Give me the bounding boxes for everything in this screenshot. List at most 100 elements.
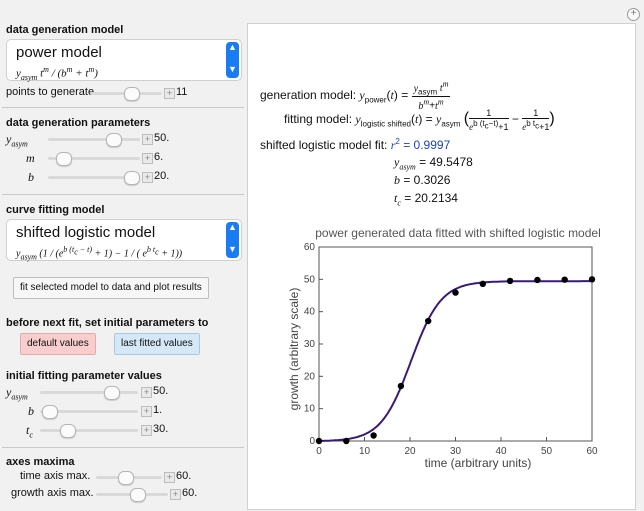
gen-yasym-knob[interactable]: [106, 133, 122, 147]
init-tc-plus-icon[interactable]: +: [141, 425, 152, 436]
y-tick-label: 0: [309, 436, 315, 447]
fit-result-line: shifted logistic model fit: r2 = 0.9997: [260, 137, 450, 153]
x-tick-label: 0: [316, 446, 322, 457]
init-params-title: initial fitting parameter values: [6, 370, 162, 382]
data-point: [561, 276, 568, 283]
plot-frame: [318, 246, 593, 442]
time-axis-row: time axis max. + 60.: [0, 470, 246, 485]
init-yasym-value: 50.: [153, 385, 169, 397]
gen-model-selected: power model: [16, 44, 102, 61]
b-fit: b = 0.3026: [394, 173, 451, 187]
fitting-model-eq: fitting model: ylogistic shifted(t) = ya…: [284, 108, 555, 132]
init-b-row: b + 1.: [0, 404, 246, 419]
fit-result-label: shifted logistic model fit:: [260, 138, 388, 152]
before-fit-title: before next fit, set initial parameters …: [6, 317, 209, 329]
growth-axis-value: 60.: [182, 487, 198, 499]
time-axis-plus-icon[interactable]: +: [164, 472, 175, 483]
y-tick-label: 60: [304, 242, 316, 253]
gen-b-value: 20.: [154, 170, 170, 182]
gen-m-plus-icon[interactable]: +: [142, 153, 153, 164]
gen-m-value: 6.: [154, 151, 164, 163]
fit-chart: power generated data fitted with shifted…: [287, 226, 601, 470]
chevron-updown-icon[interactable]: ▲ ▼: [226, 222, 239, 258]
divider: [2, 107, 244, 108]
x-tick-label: 60: [586, 446, 598, 457]
gen-params-title: data generation parameters: [6, 117, 151, 129]
add-icon[interactable]: +: [627, 8, 640, 21]
x-tick-label: 10: [359, 446, 371, 457]
axes-title: axes maxima: [6, 456, 75, 468]
data-point: [315, 437, 323, 445]
fit-button[interactable]: fit selected model to data and plot resu…: [13, 277, 209, 299]
gen-b-row: b + 20.: [0, 170, 246, 185]
fit-model-popup[interactable]: shifted logistic model yasym (1 / (eb (t…: [6, 219, 242, 261]
init-yasym-label: yasym: [6, 385, 28, 402]
points-plus-icon[interactable]: +: [164, 88, 175, 99]
time-axis-knob[interactable]: [118, 471, 134, 485]
gen-b-plus-icon[interactable]: +: [142, 172, 153, 183]
data-point: [479, 280, 486, 288]
fitting-model-label: fitting model:: [284, 112, 353, 127]
points-label: points to generate: [6, 86, 95, 98]
growth-axis-label: growth axis max.: [11, 487, 94, 499]
gen-yasym-plus-icon[interactable]: +: [142, 134, 153, 145]
data-point: [452, 289, 459, 296]
init-b-plus-icon[interactable]: +: [141, 406, 152, 417]
fit-model-selected: shifted logistic model: [16, 224, 156, 241]
gen-yasym-row: yasym + 50.: [0, 132, 246, 148]
time-axis-label: time axis max.: [20, 470, 91, 482]
fit-curve: [319, 280, 592, 442]
init-tc-label: tc: [26, 423, 33, 440]
gen-yasym-slider[interactable]: [48, 138, 140, 141]
points-row: points to generate + 11: [0, 86, 246, 101]
divider: [2, 447, 244, 448]
output-panel: generation model: ypower(t) = yasym tm b…: [247, 23, 636, 510]
init-tc-knob[interactable]: [60, 424, 76, 438]
growth-axis-knob[interactable]: [130, 488, 146, 502]
growth-axis-row: growth axis max. + 60.: [0, 487, 246, 502]
x-tick-label: 50: [541, 446, 553, 457]
data-point: [506, 277, 514, 285]
fit-model-formula: yasym (1 / (eb (tc − t) + 1) − 1 / ( eb …: [16, 245, 183, 262]
x-tick-label: 20: [404, 446, 416, 457]
gen-m-label: m: [26, 151, 35, 165]
init-tc-row: tc + 30.: [0, 423, 246, 440]
chevron-updown-icon[interactable]: ▲ ▼: [226, 42, 239, 78]
time-axis-value: 60.: [176, 470, 192, 482]
init-b-knob[interactable]: [42, 405, 58, 419]
app-window: + data generation model power model yasy…: [0, 0, 644, 511]
init-yasym-plus-icon[interactable]: +: [141, 387, 152, 398]
data-point: [534, 276, 541, 284]
init-b-label: b: [28, 404, 34, 418]
y-tick-label: 10: [304, 404, 316, 415]
data-point: [588, 276, 596, 283]
gen-b-label: b: [28, 170, 34, 184]
points-value: 11: [176, 86, 188, 98]
r2-value: r2 = 0.9997: [390, 137, 451, 152]
init-yasym-row: yasym + 50.: [0, 385, 246, 402]
y-tick-label: 30: [304, 339, 316, 350]
data-point: [370, 432, 377, 439]
y-tick-label: 20: [304, 371, 316, 382]
init-b-value: 1.: [153, 404, 163, 416]
yasym-fit: yasym = 49.5478: [394, 155, 473, 172]
x-axis-label: time (arbitrary units): [425, 456, 532, 470]
gen-model-formula: yasym tm / (bm + tm): [16, 65, 98, 82]
last-fitted-values-button[interactable]: last fitted values: [114, 333, 200, 355]
gen-m-row: m + 6.: [0, 151, 246, 166]
growth-axis-plus-icon[interactable]: +: [170, 489, 181, 500]
init-tc-slider[interactable]: [40, 429, 138, 432]
points-slider-knob[interactable]: [124, 87, 140, 101]
y-tick-label: 40: [304, 307, 316, 318]
gen-model-popup[interactable]: power model yasym tm / (bm + tm) ▲ ▼: [6, 39, 242, 82]
init-yasym-slider[interactable]: [40, 391, 138, 394]
init-tc-value: 30.: [153, 423, 169, 435]
gen-b-knob[interactable]: [124, 171, 140, 185]
default-values-button[interactable]: default values: [20, 333, 96, 355]
generation-model-eq: generation model: ypower(t) = yasym tm b…: [260, 80, 451, 112]
gen-m-knob[interactable]: [56, 152, 72, 166]
data-point: [343, 437, 350, 445]
data-point: [425, 317, 432, 325]
init-yasym-knob[interactable]: [104, 386, 120, 400]
tc-fit: tc = 20.2134: [394, 191, 458, 208]
